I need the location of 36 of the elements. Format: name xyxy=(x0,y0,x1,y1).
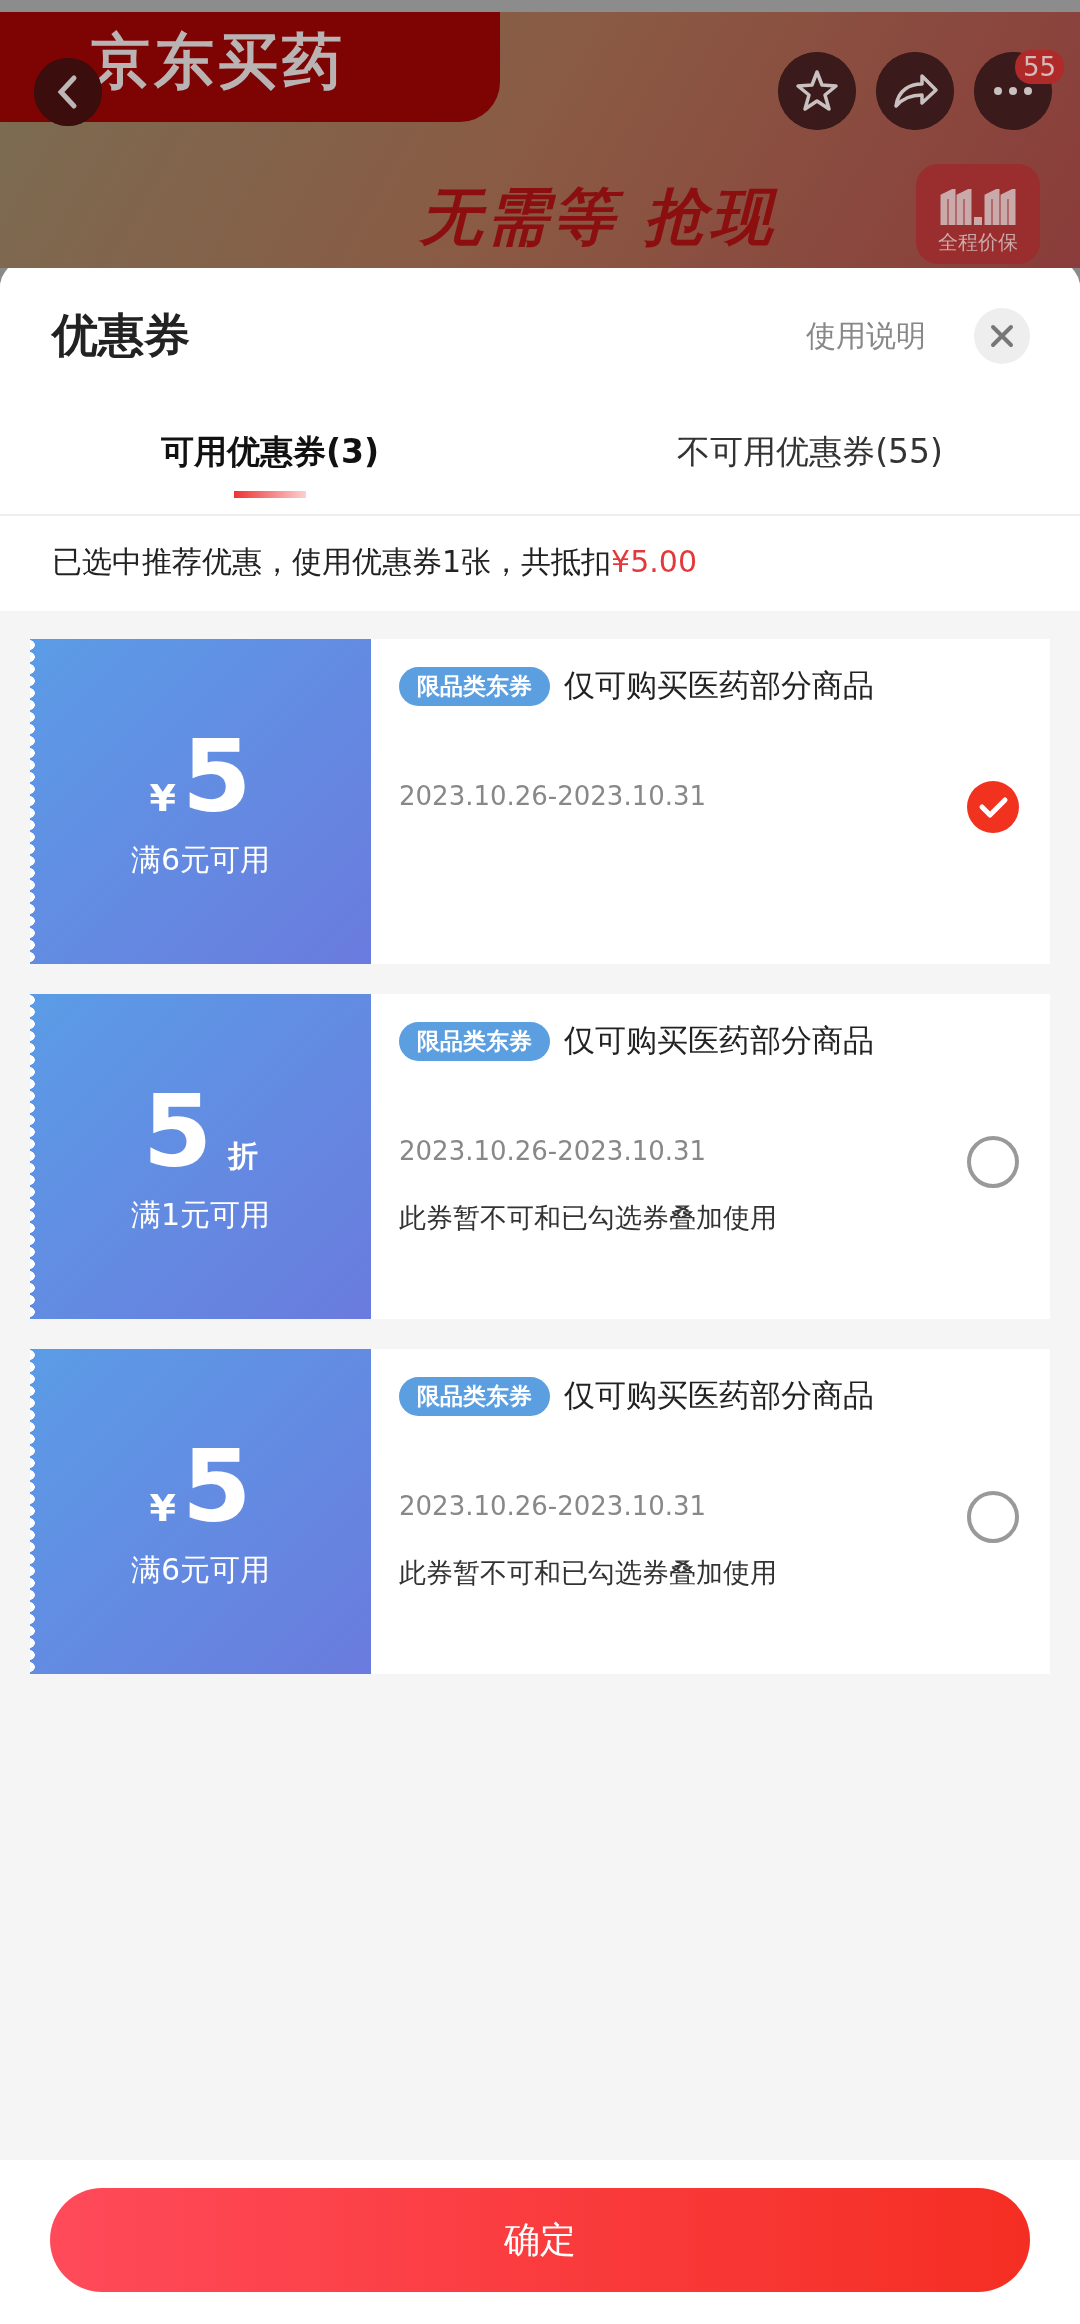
coupon-title: 仅可购买医药部分商品 xyxy=(564,1376,874,1415)
discount-unit: 折 xyxy=(228,1137,259,1175)
brand-logo-text: 京东买药 xyxy=(90,25,346,98)
share-icon[interactable] xyxy=(876,52,954,130)
coupon-title: 仅可购买医药部分商品 xyxy=(564,666,874,705)
radio-button[interactable] xyxy=(966,1489,1020,1544)
tab[interactable]: 不可用优惠券(55) xyxy=(540,430,1080,514)
promo-slogan: 无需等 抢现 xyxy=(420,182,776,252)
coupon-note: 此券暂不可和已勾选券叠加使用 xyxy=(399,1201,778,1235)
usage-help-link[interactable]: 使用说明 xyxy=(806,315,926,357)
coupon-value: 5 xyxy=(181,1432,252,1542)
coupon-value: 5 xyxy=(181,722,252,832)
tab[interactable]: 可用优惠券(3) xyxy=(0,430,540,514)
currency-symbol: ¥ xyxy=(149,1486,176,1530)
sheet-title: 优惠券 xyxy=(52,307,191,364)
coupon-condition: 满6元可用 xyxy=(130,841,271,879)
close-icon[interactable] xyxy=(974,308,1030,364)
radio-button[interactable] xyxy=(966,1134,1020,1189)
notification-badge: 55 xyxy=(1014,50,1064,84)
confirm-button[interactable]: 确定 xyxy=(50,2188,1030,2292)
coupon-date: 2023.10.26-2023.10.31 xyxy=(399,1491,708,1521)
coupon-title: 仅可购买医药部分商品 xyxy=(564,1021,874,1060)
coupon-date: 2023.10.26-2023.10.31 xyxy=(399,1136,708,1166)
promo-label: 全程价保 xyxy=(938,229,1018,256)
selection-summary: 已选中推荐优惠，使用优惠券1张，共抵扣¥5.00 xyxy=(0,516,1080,611)
coupon-tag: 限品类东券 xyxy=(399,1376,550,1416)
coupon-condition: 满1元可用 xyxy=(130,1196,271,1234)
coupon-value: 5 xyxy=(142,1077,213,1187)
coupon-condition: 满6元可用 xyxy=(130,1551,271,1589)
star-icon[interactable] xyxy=(778,52,856,130)
checked-radio[interactable] xyxy=(966,779,1020,834)
currency-symbol: ¥ xyxy=(149,776,176,820)
coupon-tag: 限品类东券 xyxy=(399,1021,550,1061)
coupon-note: 此券暂不可和已勾选券叠加使用 xyxy=(399,1556,778,1590)
coupon-date: 2023.10.26-2023.10.31 xyxy=(399,781,708,811)
coupon-tag: 限品类东券 xyxy=(399,666,550,706)
